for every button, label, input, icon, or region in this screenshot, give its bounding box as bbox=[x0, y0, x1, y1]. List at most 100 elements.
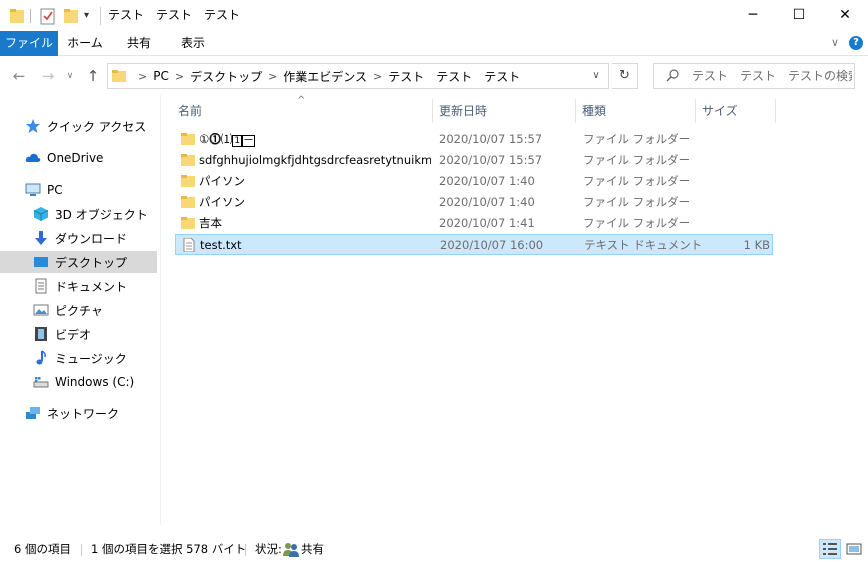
search-icon bbox=[666, 69, 679, 82]
selection-info: 1 個の項目を選択 578 バイト bbox=[91, 542, 247, 556]
details-view-button[interactable] bbox=[819, 539, 841, 559]
file-name: ①⓵⑴ 1 一 bbox=[199, 132, 256, 147]
sidebar-item-label: クイック アクセス bbox=[47, 119, 147, 134]
column-header-type[interactable]: 種類 bbox=[576, 99, 696, 123]
folder-icon bbox=[181, 133, 195, 145]
sidebar-item-label: デスクトップ bbox=[55, 255, 128, 270]
file-list: ^ 名前 更新日時 種類 サイズ ①⓵⑴ 1 一 2020/10/07 15:57 … bbox=[161, 95, 868, 525]
sidebar-item-onedrive[interactable]: OneDrive bbox=[0, 147, 157, 169]
tab-home[interactable]: ホーム bbox=[58, 31, 112, 56]
back-button[interactable]: ← bbox=[9, 65, 29, 87]
chevron-right-icon[interactable]: > bbox=[373, 70, 382, 83]
desktop-icon bbox=[34, 257, 48, 267]
film-icon bbox=[35, 327, 47, 341]
sidebar-item-videos[interactable]: ビデオ bbox=[0, 323, 157, 345]
maximize-button[interactable]: ☐ bbox=[776, 0, 822, 30]
new-folder-icon[interactable] bbox=[64, 7, 78, 25]
large-icons-view-button[interactable] bbox=[845, 539, 863, 559]
file-date: 2020/10/07 15:57 bbox=[439, 132, 543, 146]
drive-icon bbox=[33, 377, 49, 388]
sidebar-item-label: 3D オブジェクト bbox=[55, 207, 148, 222]
file-name: パイソン bbox=[199, 174, 245, 188]
file-date: 2020/10/07 1:40 bbox=[439, 174, 535, 188]
tab-share[interactable]: 共有 bbox=[112, 31, 166, 56]
breadcrumb-desktop[interactable]: デスクトップ bbox=[190, 68, 262, 85]
ribbon-tabs: ファイル ホーム 共有 表示 ∨ ? bbox=[0, 31, 868, 56]
minimize-button[interactable]: ─ bbox=[730, 0, 776, 30]
download-arrow-icon bbox=[35, 231, 47, 245]
sidebar-item-music[interactable]: ミュージック bbox=[0, 347, 157, 369]
document-icon bbox=[35, 278, 47, 294]
folder-icon bbox=[181, 154, 195, 166]
sidebar-item-pc[interactable]: PC bbox=[0, 179, 157, 201]
column-header-size[interactable]: サイズ bbox=[696, 99, 776, 123]
table-row[interactable]: test.txt 2020/10/07 16:00 テキスト ドキュメント 1 … bbox=[175, 234, 773, 255]
up-button[interactable]: ↑ bbox=[83, 65, 103, 87]
file-name: test.txt bbox=[200, 238, 242, 252]
sidebar-item-downloads[interactable]: ダウンロード bbox=[0, 227, 157, 249]
tab-file[interactable]: ファイル bbox=[0, 31, 58, 56]
file-name: sdfghhujiolmgkfjdhtgsdrcfeasretytnuikm..… bbox=[199, 153, 431, 167]
sidebar-item-label: ビデオ bbox=[55, 327, 92, 342]
breadcrumb-current-folder[interactable]: テスト テスト テスト bbox=[388, 68, 520, 85]
sidebar-item-label: ミュージック bbox=[55, 351, 127, 366]
customize-quick-access-icon[interactable]: ▾ bbox=[84, 8, 94, 24]
sidebar-item-desktop[interactable]: デスクトップ bbox=[0, 251, 157, 273]
sidebar-item-label: ピクチャ bbox=[55, 303, 103, 318]
status-divider bbox=[245, 544, 246, 556]
address-history-dropdown[interactable]: ∨ bbox=[586, 64, 606, 88]
table-row[interactable]: パイソン 2020/10/07 1:40 ファイル フォルダー bbox=[175, 192, 773, 213]
sidebar-item-documents[interactable]: ドキュメント bbox=[0, 275, 157, 297]
column-header-name[interactable]: 名前 bbox=[172, 99, 433, 123]
large-icons-view-icon bbox=[846, 543, 862, 555]
close-button[interactable]: ✕ bbox=[822, 0, 868, 30]
sidebar-item-label: OneDrive bbox=[47, 151, 104, 165]
item-count: 6 個の項目 bbox=[14, 542, 71, 556]
file-date: 2020/10/07 15:57 bbox=[439, 153, 543, 167]
recent-locations-button[interactable]: ∨ bbox=[63, 65, 77, 87]
navigation-bar: ← → ∨ ↑ > PC > デスクトップ > 作業エビデンス > テスト テス… bbox=[0, 57, 868, 95]
file-type: ファイル フォルダー bbox=[583, 132, 691, 146]
refresh-button[interactable]: ↻ bbox=[612, 63, 638, 89]
title-bar: ▾ テスト テスト テスト ─ ☐ ✕ bbox=[0, 0, 868, 31]
folder-icon[interactable] bbox=[10, 7, 24, 25]
forward-button[interactable]: → bbox=[38, 65, 58, 87]
column-header-date[interactable]: 更新日時 bbox=[433, 99, 576, 123]
title-separator bbox=[100, 7, 101, 25]
search-input[interactable] bbox=[692, 64, 852, 88]
table-row[interactable]: ①⓵⑴ 1 一 2020/10/07 15:57 ファイル フォルダー bbox=[175, 129, 773, 150]
address-bar[interactable]: > PC > デスクトップ > 作業エビデンス > テスト テスト テスト ∨ bbox=[107, 63, 609, 89]
file-type: ファイル フォルダー bbox=[583, 216, 691, 230]
properties-icon[interactable] bbox=[40, 7, 56, 25]
expand-ribbon-icon[interactable]: ∨ bbox=[828, 35, 842, 51]
quick-access-separator bbox=[30, 9, 31, 23]
chevron-right-icon[interactable]: > bbox=[175, 70, 184, 83]
picture-icon bbox=[33, 304, 49, 316]
chevron-right-icon[interactable]: > bbox=[268, 70, 277, 83]
sidebar-item-pictures[interactable]: ピクチャ bbox=[0, 299, 157, 321]
file-size: 1 KB bbox=[743, 238, 770, 252]
tab-view[interactable]: 表示 bbox=[166, 31, 220, 56]
table-row[interactable]: sdfghhujiolmgkfjdhtgsdrcfeasretytnuikm..… bbox=[175, 150, 773, 171]
sidebar-item-network[interactable]: ネットワーク bbox=[0, 402, 157, 424]
sidebar-item-label: ネットワーク bbox=[47, 406, 120, 421]
sidebar-item-quick-access[interactable]: クイック アクセス bbox=[0, 115, 157, 137]
table-row[interactable]: 吉本 2020/10/07 1:41 ファイル フォルダー bbox=[175, 213, 773, 234]
breadcrumb-pc[interactable]: PC bbox=[153, 69, 169, 83]
cloud-icon bbox=[25, 153, 41, 162]
table-row[interactable]: パイソン 2020/10/07 1:40 ファイル フォルダー bbox=[175, 171, 773, 192]
computer-icon bbox=[25, 183, 41, 196]
state-value: 共有 bbox=[301, 542, 324, 556]
star-icon bbox=[26, 119, 40, 133]
status-bar: 6 個の項目 1 個の項目を選択 578 バイト 状況: 共有 bbox=[0, 537, 868, 562]
sidebar-item-3d-objects[interactable]: 3D オブジェクト bbox=[0, 203, 157, 225]
sidebar-item-label: PC bbox=[47, 183, 63, 197]
breadcrumb-work-evidence[interactable]: 作業エビデンス bbox=[283, 68, 367, 85]
file-type: ファイル フォルダー bbox=[583, 195, 691, 209]
folder-icon bbox=[112, 70, 126, 82]
sidebar-item-label: ダウンロード bbox=[55, 231, 128, 246]
sidebar-item-windows-c[interactable]: Windows (C:) bbox=[0, 371, 157, 393]
search-box[interactable] bbox=[653, 63, 855, 89]
sidebar-item-label: ドキュメント bbox=[55, 279, 128, 294]
help-icon[interactable]: ? bbox=[849, 36, 863, 50]
